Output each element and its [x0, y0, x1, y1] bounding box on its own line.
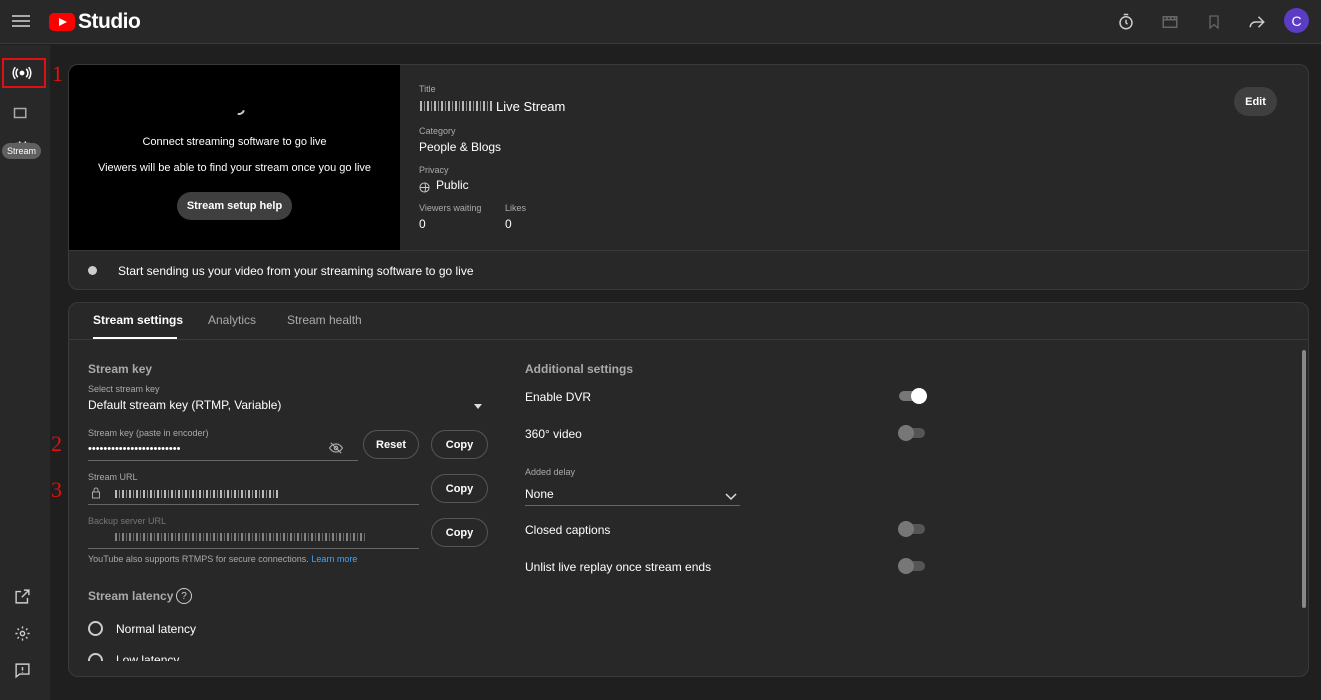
eye-off-icon[interactable]: [328, 441, 344, 459]
divider: [69, 250, 1308, 251]
tabs-divider: [69, 339, 1308, 340]
stream-preview: Connect streaming software to go live Vi…: [69, 65, 400, 250]
annotation-number-3: 3: [51, 477, 62, 502]
unlist-replay-toggle[interactable]: [898, 558, 925, 574]
enable-dvr-toggle[interactable]: [899, 388, 927, 404]
toggle-knob: [898, 521, 914, 537]
avatar[interactable]: C: [1284, 8, 1309, 33]
annotation-box-1: [2, 58, 46, 88]
toggle-knob: [898, 425, 914, 441]
stream-key-field[interactable]: ••••••••••••••••••••••••: [88, 443, 180, 455]
likes-label: Likes: [505, 203, 527, 213]
low-latency-radio[interactable]: [88, 653, 103, 661]
video-360-label: 360° video: [525, 427, 582, 441]
reset-button[interactable]: Reset: [363, 430, 419, 459]
tab-stream-health[interactable]: Stream health: [287, 313, 362, 327]
annotation-number-1: 1: [52, 61, 63, 86]
help-icon[interactable]: ?: [176, 588, 192, 604]
loading-spinner-icon: [230, 100, 248, 118]
privacy-label: Privacy: [419, 165, 449, 175]
learn-more-link[interactable]: Learn more: [311, 554, 357, 564]
closed-captions-label: Closed captions: [525, 523, 611, 537]
added-delay-label: Added delay: [525, 467, 576, 477]
dropdown-arrow-icon[interactable]: [474, 404, 482, 409]
select-stream-key-value[interactable]: Default stream key (RTMP, Variable): [88, 398, 281, 412]
viewers-waiting-label: Viewers waiting: [419, 203, 482, 213]
stream-key-label: Stream key (paste in encoder): [88, 428, 209, 438]
category-label: Category: [419, 126, 456, 136]
copy-stream-key-button[interactable]: Copy: [431, 430, 488, 459]
select-stream-key-label: Select stream key: [88, 384, 160, 394]
copy-stream-url-button[interactable]: Copy: [431, 474, 488, 503]
studio-logo[interactable]: Studio: [49, 10, 141, 34]
annotation-number-2: 2: [51, 431, 62, 456]
stream-tooltip: Stream: [2, 143, 42, 159]
toggle-knob: [911, 388, 927, 404]
gear-icon[interactable]: [10, 621, 34, 645]
backup-url-label: Backup server URL: [88, 516, 167, 526]
edit-button[interactable]: Edit: [1234, 87, 1277, 116]
normal-latency-label: Normal latency: [116, 622, 197, 636]
title-value: Live Stream: [496, 99, 566, 114]
added-delay-underline: [525, 505, 740, 506]
feedback-icon[interactable]: [10, 658, 34, 682]
video-360-toggle[interactable]: [898, 425, 925, 441]
closed-captions-toggle[interactable]: [898, 521, 925, 537]
preview-submessage: Viewers will be able to find your stream…: [97, 162, 372, 174]
viewers-waiting-value: 0: [419, 217, 426, 231]
camera-icon[interactable]: [10, 101, 34, 125]
category-value: People & Blogs: [419, 140, 502, 154]
tab-stream-settings[interactable]: Stream settings: [93, 313, 183, 327]
rtmps-note-text: YouTube also supports RTMPS for secure c…: [88, 554, 309, 564]
low-latency-option[interactable]: Low latency: [88, 653, 208, 661]
status-message: Start sending us your video from your st…: [118, 264, 474, 278]
unlist-replay-label: Unlist live replay once stream ends: [525, 560, 712, 574]
normal-latency-radio[interactable]: [88, 621, 103, 636]
backup-url-redacted: [115, 533, 365, 541]
added-delay-value[interactable]: None: [525, 487, 554, 501]
backup-url-underline: [88, 548, 419, 549]
likes-value: 0: [505, 217, 512, 231]
status-dot-icon: [88, 266, 97, 275]
preview-message: Connect streaming software to go live: [142, 136, 327, 148]
lock-icon: [91, 486, 101, 504]
scrollbar[interactable]: [1302, 350, 1306, 608]
title-redacted: [420, 101, 492, 111]
logo-text: Studio: [78, 10, 141, 33]
menu-icon[interactable]: [12, 12, 30, 30]
stream-latency-title: Stream latency: [88, 589, 174, 603]
share-icon[interactable]: [1245, 10, 1269, 34]
chevron-down-icon[interactable]: [725, 488, 737, 506]
privacy-value: Public: [436, 178, 469, 192]
top-bar: Studio C: [0, 0, 1321, 44]
timer-icon[interactable]: [1114, 10, 1138, 34]
additional-settings-title: Additional settings: [525, 362, 633, 376]
stream-key-underline: [88, 460, 358, 461]
stream-key-title: Stream key: [88, 362, 153, 376]
bookmark-icon[interactable]: [1202, 10, 1226, 34]
enable-dvr-label: Enable DVR: [525, 390, 592, 404]
stream-setup-help-button[interactable]: Stream setup help: [177, 192, 292, 220]
copy-backup-url-button[interactable]: Copy: [431, 518, 488, 547]
rtmps-note: YouTube also supports RTMPS for secure c…: [88, 554, 357, 564]
globe-icon: [419, 180, 430, 198]
stream-url-redacted: [115, 490, 280, 498]
stream-url-underline: [88, 504, 419, 505]
clapperboard-icon[interactable]: [1158, 10, 1182, 34]
stream-url-label: Stream URL: [88, 472, 138, 482]
sidebar: Stream: [0, 45, 50, 700]
toggle-knob: [898, 558, 914, 574]
tab-analytics[interactable]: Analytics: [208, 313, 256, 327]
youtube-logo-icon: [49, 13, 75, 31]
low-latency-label: Low latency: [116, 653, 180, 661]
external-link-icon[interactable]: [10, 584, 34, 608]
title-label: Title: [419, 84, 436, 94]
